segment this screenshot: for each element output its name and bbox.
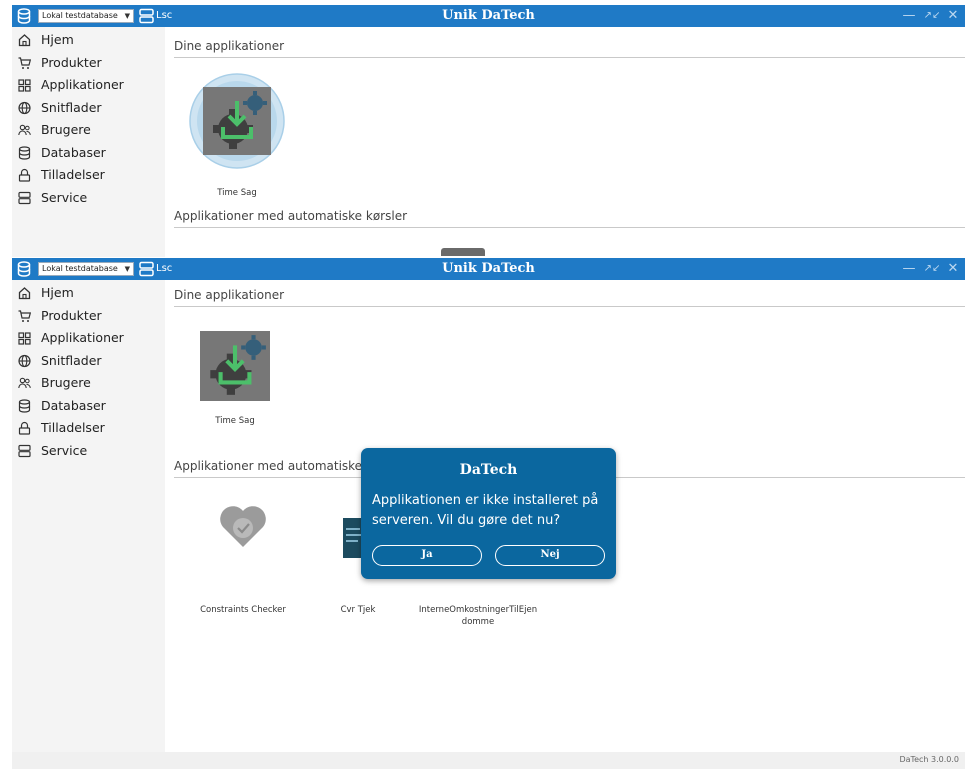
restore-button[interactable]: ↗↙ bbox=[922, 259, 942, 279]
grid-icon bbox=[18, 332, 31, 345]
sidebar-item-label: Service bbox=[41, 443, 88, 458]
app-tile-label: Time Sag bbox=[215, 416, 255, 426]
sidebar-item-label: Service bbox=[41, 190, 88, 205]
sidebar-item-applikationer[interactable]: Applikationer bbox=[12, 74, 165, 96]
server-icon bbox=[18, 191, 31, 205]
sidebar-item-snitflader[interactable]: Snitflader bbox=[12, 350, 165, 372]
sidebar-item-label: Snitflader bbox=[41, 353, 102, 368]
section-divider bbox=[174, 57, 965, 58]
title-bar: Lokal testdatabase ▼ Lsc Unik DaTech — ↗↙… bbox=[12, 258, 965, 280]
sidebar-item-label: Produkter bbox=[41, 55, 102, 70]
sidebar-item-label: Brugere bbox=[41, 375, 91, 390]
sidebar-item-databaser[interactable]: Databaser bbox=[12, 142, 165, 164]
sidebar-item-hjem[interactable]: Hjem bbox=[12, 282, 165, 304]
section-title-apps: Dine applikationer bbox=[174, 288, 285, 302]
cart-icon bbox=[18, 310, 31, 322]
heart-check-icon bbox=[220, 506, 266, 547]
grid-icon bbox=[18, 79, 31, 92]
sidebar-item-snitflader[interactable]: Snitflader bbox=[12, 97, 165, 119]
install-dialog: DaTech Applikationen er ikke installeret… bbox=[361, 448, 616, 579]
close-button[interactable]: ✕ bbox=[943, 259, 963, 279]
drag-handle[interactable] bbox=[441, 248, 485, 256]
yes-button[interactable]: Ja bbox=[372, 545, 482, 566]
window-title: Unik DaTech bbox=[442, 261, 535, 276]
app-tile-interne-omkostninger[interactable]: InterneOmkostningerTilEjen domme bbox=[419, 580, 537, 627]
sidebar-item-label: Produkter bbox=[41, 308, 102, 323]
status-bar: DaTech 3.0.0.0 bbox=[12, 752, 965, 769]
sidebar-item-label: Hjem bbox=[41, 32, 74, 47]
sidebar-item-service[interactable]: Service bbox=[12, 187, 165, 209]
dialog-title: DaTech bbox=[459, 462, 518, 478]
sidebar-item-produkter[interactable]: Produkter bbox=[12, 52, 165, 74]
title-bar: Lokal testdatabase ▼ Lsc Unik DaTech — ↗↙… bbox=[12, 5, 965, 27]
sidebar-item-label: Brugere bbox=[41, 122, 91, 137]
sidebar: Hjem Produkter Applikationer Snitflader … bbox=[12, 27, 165, 257]
sidebar-item-tilladelser[interactable]: Tilladelser bbox=[12, 164, 165, 186]
window-title: Unik DaTech bbox=[442, 8, 535, 23]
sidebar-item-label: Applikationer bbox=[41, 77, 124, 92]
server-icon bbox=[18, 444, 31, 458]
app-tile-constraints-checker[interactable]: Constraints Checker bbox=[200, 503, 286, 615]
database-icon bbox=[18, 146, 31, 160]
sidebar-item-label: Hjem bbox=[41, 285, 74, 300]
sidebar-item-label: Databaser bbox=[41, 398, 106, 413]
sidebar-item-brugere[interactable]: Brugere bbox=[12, 119, 165, 141]
lock-icon bbox=[18, 168, 31, 182]
dialog-message: Applikationen er ikke installeret på ser… bbox=[372, 493, 599, 528]
section-title-apps: Dine applikationer bbox=[174, 39, 285, 53]
sidebar-item-service[interactable]: Service bbox=[12, 440, 165, 462]
section-divider bbox=[174, 227, 965, 228]
sidebar-item-label: Tilladelser bbox=[41, 420, 105, 435]
minimize-button[interactable]: — bbox=[899, 6, 919, 26]
version-label: DaTech 3.0.0.0 bbox=[899, 755, 959, 764]
sidebar-item-databaser[interactable]: Databaser bbox=[12, 395, 165, 417]
database-icon bbox=[18, 399, 31, 413]
minimize-button[interactable]: — bbox=[899, 259, 919, 279]
users-icon bbox=[18, 377, 31, 389]
app-tile-time-sag[interactable]: Time Sag bbox=[200, 331, 270, 431]
sidebar-item-produkter[interactable]: Produkter bbox=[12, 305, 165, 327]
users-icon bbox=[18, 124, 31, 136]
section-divider bbox=[174, 306, 965, 307]
close-button[interactable]: ✕ bbox=[943, 6, 963, 26]
sidebar: Hjem Produkter Applikationer Snitflader … bbox=[12, 280, 165, 769]
sidebar-item-label: Tilladelser bbox=[41, 167, 105, 182]
app-tile-label: Constraints Checker bbox=[200, 605, 286, 615]
restore-button[interactable]: ↗↙ bbox=[922, 6, 942, 26]
sidebar-item-hjem[interactable]: Hjem bbox=[12, 29, 165, 51]
app-tile-label-line2: domme bbox=[461, 617, 495, 627]
home-icon bbox=[18, 34, 31, 47]
time-sag-app-icon bbox=[200, 331, 270, 401]
globe-icon bbox=[18, 101, 31, 115]
sidebar-item-label: Snitflader bbox=[41, 100, 102, 115]
sidebar-item-brugere[interactable]: Brugere bbox=[12, 372, 165, 394]
lock-icon bbox=[18, 421, 31, 435]
section-title-auto: Applikationer med automatiske kø bbox=[174, 459, 381, 473]
background-window: Lokal testdatabase ▼ Lsc Unik DaTech — ↗↙… bbox=[12, 5, 965, 257]
cart-icon bbox=[18, 57, 31, 69]
sidebar-item-label: Databaser bbox=[41, 145, 106, 160]
section-title-auto: Applikationer med automatiske kørsler bbox=[174, 209, 408, 223]
sidebar-item-applikationer[interactable]: Applikationer bbox=[12, 327, 165, 349]
app-tile-label: InterneOmkostningerTilEjen bbox=[418, 605, 538, 615]
home-icon bbox=[18, 287, 31, 300]
sidebar-item-label: Applikationer bbox=[41, 330, 124, 345]
globe-icon bbox=[18, 354, 31, 368]
time-sag-app-icon bbox=[203, 87, 271, 155]
app-tile-label: Time Sag bbox=[217, 188, 257, 198]
no-button[interactable]: Nej bbox=[495, 545, 605, 566]
main-content: Dine applikationer Time Sag Applikatione… bbox=[165, 27, 965, 257]
sidebar-item-tilladelser[interactable]: Tilladelser bbox=[12, 417, 165, 439]
app-tile-time-sag[interactable]: Time Sag bbox=[189, 73, 285, 198]
